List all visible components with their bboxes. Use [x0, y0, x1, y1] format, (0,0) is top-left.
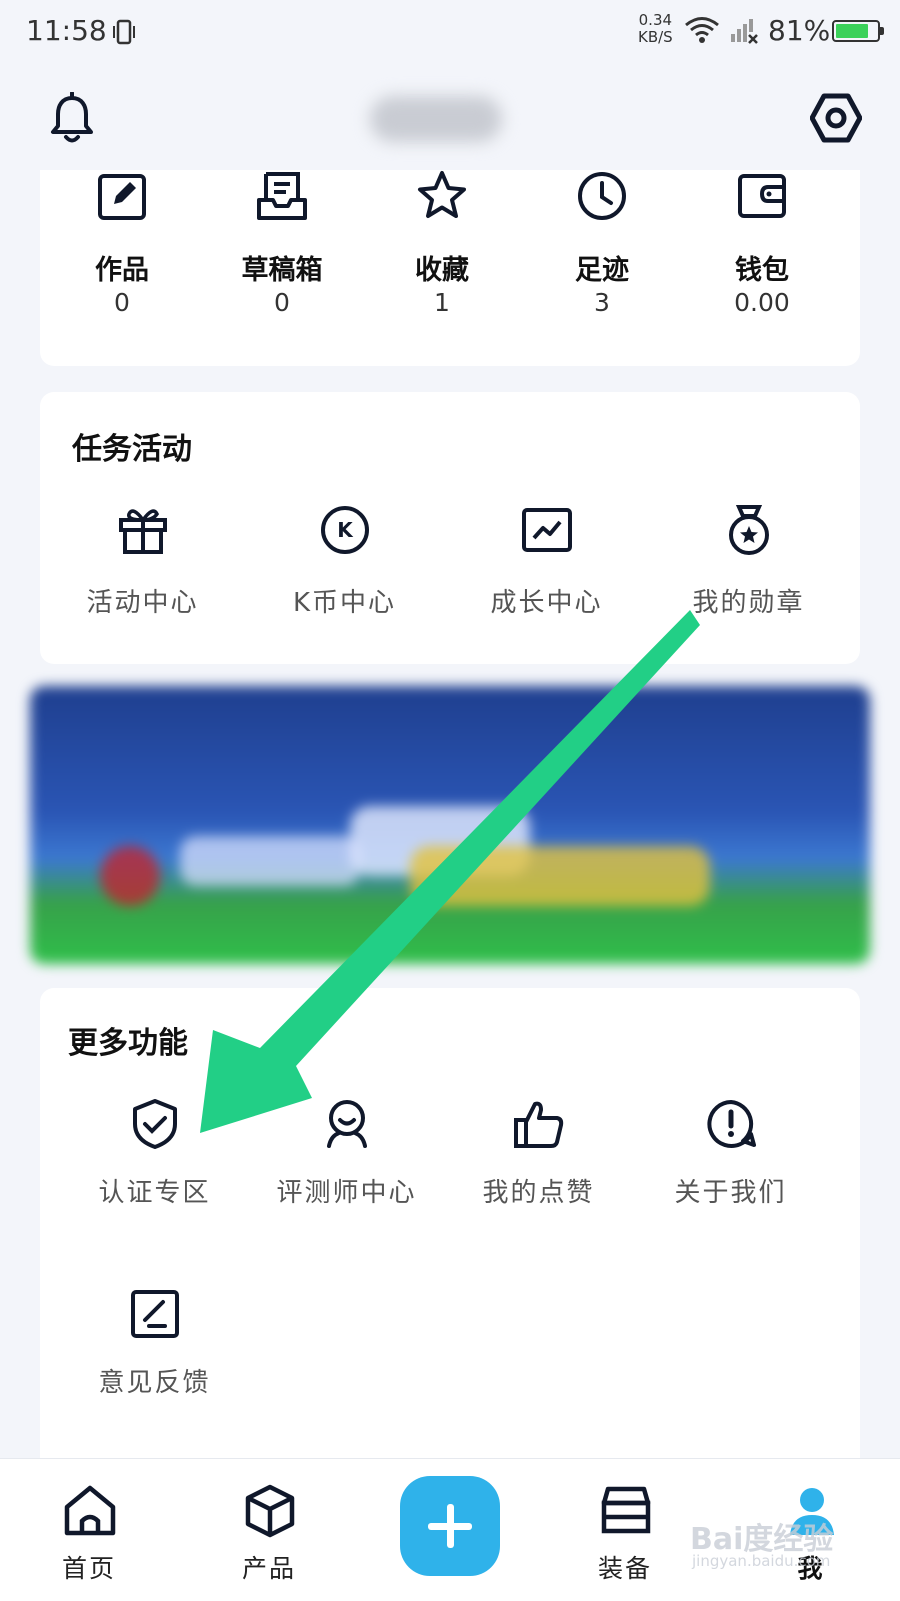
signal-icon — [731, 19, 758, 44]
stat-value: 0.00 — [734, 288, 790, 317]
battery-percent: 81% — [768, 14, 831, 47]
wallet-icon — [738, 174, 786, 218]
task-label: 成长中心 — [490, 588, 603, 618]
info-bubble-icon — [707, 1100, 756, 1148]
network-speed-unit: KB/S — [638, 28, 673, 46]
func-label: 认证专区 — [98, 1178, 211, 1208]
status-bar: 11:58 0.34 KB/S 81% — [0, 0, 900, 62]
tab-label: 装备 — [597, 1554, 652, 1583]
stat-label: 作品 — [95, 255, 149, 286]
svg-text:K: K — [337, 518, 354, 542]
shield-check-icon — [133, 1099, 177, 1149]
stat-label: 收藏 — [415, 255, 469, 286]
tasks-card: 任务活动 活动中心 K K币中心 成长中心 我的勋章 — [40, 392, 860, 664]
k-coin-icon: K — [321, 506, 369, 554]
status-time: 11:58 — [26, 14, 107, 47]
profile-header — [0, 62, 900, 172]
promo-banner[interactable] — [30, 686, 870, 964]
thumbs-up-icon — [514, 1101, 564, 1148]
func-label: 意见反馈 — [98, 1368, 211, 1398]
growth-chart-icon — [522, 508, 572, 552]
reviewer-icon — [327, 1100, 367, 1148]
stat-label: 钱包 — [735, 255, 789, 286]
task-label: K币中心 — [292, 588, 397, 618]
stat-label: 足迹 — [575, 255, 629, 286]
home-icon — [64, 1485, 116, 1536]
func-label: 我的点赞 — [482, 1178, 595, 1208]
box-icon — [245, 1484, 295, 1538]
draft-tray-icon — [257, 172, 307, 220]
stat-value: 1 — [434, 288, 450, 317]
wifi-icon — [685, 17, 719, 43]
clock-icon — [578, 172, 626, 220]
network-speed: 0.34 KB/S — [638, 12, 673, 46]
stat-value: 0 — [274, 288, 290, 317]
settings-hexagon-icon[interactable] — [810, 92, 862, 144]
username-blurred — [370, 96, 502, 142]
bell-icon[interactable] — [50, 92, 94, 144]
stat-label: 草稿箱 — [241, 255, 323, 286]
gift-icon — [119, 509, 167, 554]
tab-label: 首页 — [61, 1554, 116, 1583]
equipment-box-icon — [601, 1486, 651, 1534]
more-functions-card: 更多功能 认证专区 评测师中心 我的点赞 关于我们 意见反馈 — [40, 988, 860, 1458]
tasks-title: 任务活动 — [72, 432, 192, 467]
tab-label: 产品 — [241, 1554, 296, 1583]
task-label: 活动中心 — [86, 588, 199, 618]
create-plus-button[interactable] — [400, 1476, 500, 1576]
star-icon — [418, 171, 466, 218]
stat-value: 3 — [594, 288, 610, 317]
stats-card: 作品 0 草稿箱 0 收藏 1 足迹 3 钱包 0.00 — [40, 170, 860, 366]
func-label: 评测师中心 — [276, 1178, 417, 1208]
feedback-icon — [131, 1290, 179, 1338]
func-label: 关于我们 — [674, 1178, 787, 1208]
vibrate-icon — [113, 19, 135, 45]
network-speed-value: 0.34 — [638, 11, 673, 29]
more-title: 更多功能 — [68, 1026, 188, 1061]
task-label: 我的勋章 — [692, 588, 805, 618]
stat-value: 0 — [114, 288, 130, 317]
edit-document-icon — [98, 170, 146, 220]
watermark-url: jingyan.baidu.com — [692, 1552, 831, 1570]
medal-icon — [729, 505, 769, 555]
battery-icon — [832, 20, 884, 42]
